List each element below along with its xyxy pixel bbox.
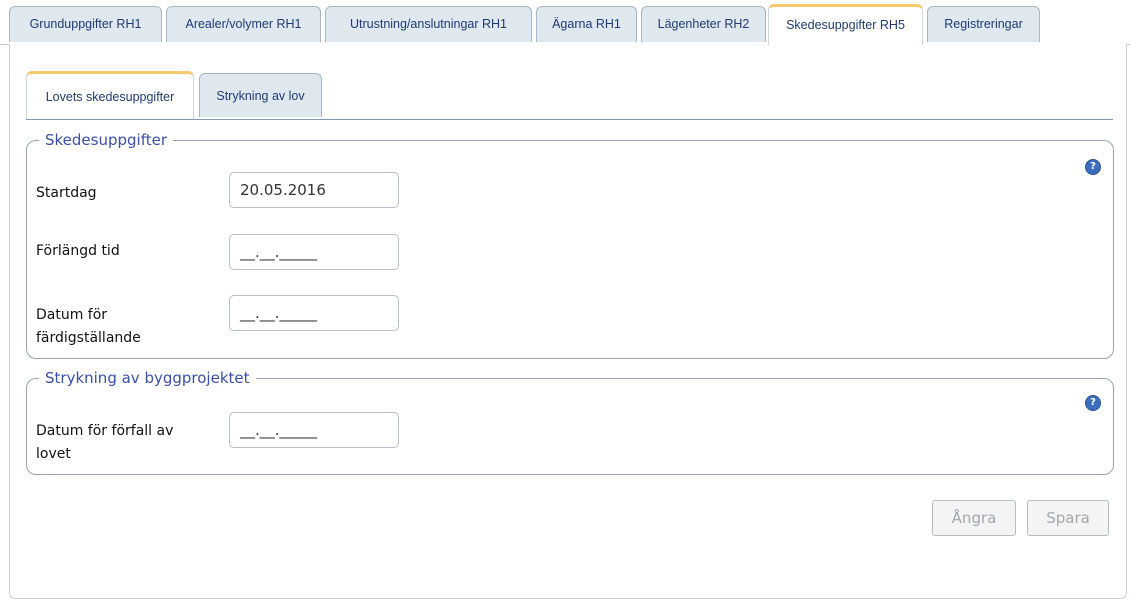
- stage-info-legend: Skedesuppgifter: [45, 131, 167, 149]
- undo-button[interactable]: Ångra: [932, 500, 1016, 536]
- fardigstallande-label-line1: Datum för: [36, 307, 108, 323]
- tab-skedesuppgifter[interactable]: Skedesuppgifter RH5: [768, 4, 923, 45]
- startdag-input[interactable]: 20.05.2016: [229, 172, 399, 208]
- forfall-label-line2: lovet: [36, 446, 71, 462]
- cancellation-group: Strykning av byggprojektet: [26, 369, 1114, 475]
- tab-lagenheter[interactable]: Lägenheter RH2: [641, 6, 766, 42]
- save-button[interactable]: Spara: [1027, 500, 1109, 536]
- cancellation-legend: Strykning av byggprojektet: [45, 369, 250, 387]
- forlangd-tid-label: Förlängd tid: [36, 243, 120, 259]
- subtab-divider: [26, 119, 1113, 120]
- forfall-input[interactable]: __.__._____: [229, 412, 399, 448]
- fardigstallande-label-line2: färdigställande: [36, 330, 141, 346]
- help-icon[interactable]: ?: [1085, 395, 1101, 411]
- forlangd-tid-input[interactable]: __.__._____: [229, 234, 399, 270]
- startdag-label: Startdag: [36, 185, 97, 201]
- tab-arealer-volymer[interactable]: Arealer/volymer RH1: [166, 6, 321, 42]
- tab-grunduppgifter[interactable]: Grunduppgifter RH1: [9, 6, 162, 42]
- help-icon[interactable]: ?: [1085, 159, 1101, 175]
- forfall-label-line1: Datum för förfall av: [36, 423, 174, 439]
- tab-utrustning-anslutningar[interactable]: Utrustning/anslutningar RH1: [325, 6, 532, 42]
- content-panel: Lovets skedesuppgifter Strykning av lov …: [9, 44, 1127, 599]
- fardigstallande-input[interactable]: __.__._____: [229, 295, 399, 331]
- subtab-lovets-skedesuppgifter[interactable]: Lovets skedesuppgifter: [26, 71, 194, 119]
- subtab-strykning-av-lov[interactable]: Strykning av lov: [199, 73, 322, 117]
- stage-info-group: Skedesuppgifter: [26, 131, 1114, 359]
- top-tab-bar: Grunduppgifter RH1 Arealer/volymer RH1 U…: [0, 0, 1130, 46]
- tab-agarna[interactable]: Ägarna RH1: [536, 6, 637, 42]
- tab-registreringar[interactable]: Registreringar: [927, 6, 1040, 42]
